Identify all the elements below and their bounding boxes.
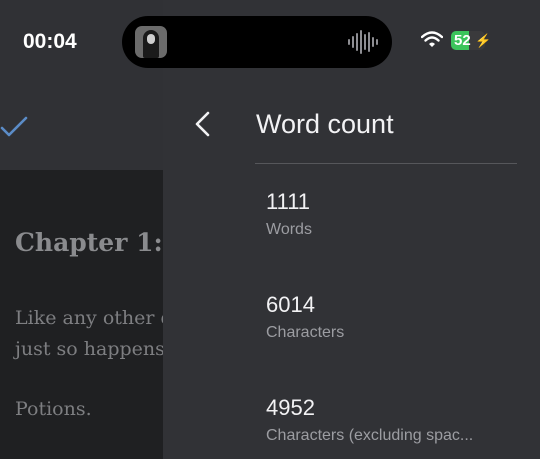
battery-percent: 52: [454, 32, 471, 49]
stat-label: Words: [266, 221, 312, 238]
stat-words: 1111 Words: [266, 189, 526, 239]
dynamic-island[interactable]: [122, 16, 392, 68]
status-time: 00:04: [23, 30, 77, 53]
stat-value: 6014: [266, 292, 315, 317]
stat-characters-no-spaces: 4952 Characters (excluding spac...: [266, 395, 526, 445]
document-line: Potions.: [15, 398, 92, 420]
document-line: just so happens t: [15, 338, 163, 360]
panel-title: Word count: [256, 109, 394, 139]
stat-characters: 6014 Characters: [266, 292, 526, 342]
battery-icon: 52 ⚡: [451, 31, 491, 50]
wifi-icon: [421, 31, 443, 47]
divider: [255, 163, 517, 164]
document-line: Like any other d: [15, 307, 163, 329]
checkmark-icon[interactable]: [0, 112, 30, 142]
album-art-icon: [135, 26, 167, 58]
back-chevron-icon[interactable]: [194, 111, 212, 137]
stat-label: Characters: [266, 324, 345, 341]
document-heading: Chapter 1:: [15, 228, 163, 257]
stat-value: 1111: [266, 189, 311, 214]
stat-label: Characters (excluding spac...: [266, 427, 474, 444]
audio-waveform-icon: [348, 30, 378, 54]
document-background: Chapter 1: Like any other d just so happ…: [0, 0, 163, 459]
charging-bolt-icon: ⚡: [475, 33, 492, 48]
stat-value: 4952: [266, 395, 315, 420]
